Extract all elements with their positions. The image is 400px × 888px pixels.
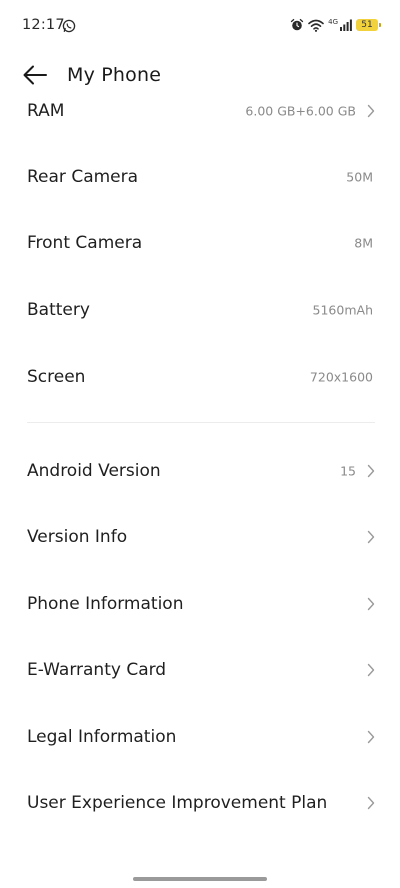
row-screen: Screen 720x1600 xyxy=(0,344,400,410)
signal-icon xyxy=(340,19,352,31)
row-label: Phone Information xyxy=(27,594,184,614)
row-label: Legal Information xyxy=(27,727,177,747)
row-label: RAM xyxy=(27,101,65,121)
row-value: 6.00 GB+6.00 GB xyxy=(245,103,356,119)
row-label: Version Info xyxy=(27,527,128,547)
alarm-icon xyxy=(290,18,304,32)
row-label: Front Camera xyxy=(27,233,143,253)
row-label: Android Version xyxy=(27,461,161,481)
row-battery: Battery 5160mAh xyxy=(0,277,400,343)
row-legal-information[interactable]: Legal Information xyxy=(0,704,400,770)
chevron-right-icon xyxy=(367,530,375,544)
row-label: Screen xyxy=(27,367,86,387)
status-time: 12:17 xyxy=(22,17,65,33)
row-user-experience-improvement-plan[interactable]: User Experience Improvement Plan xyxy=(0,770,400,836)
row-value: 8M xyxy=(354,235,373,251)
chevron-right-icon xyxy=(367,104,375,118)
row-label: E-Warranty Card xyxy=(27,660,167,680)
home-indicator[interactable] xyxy=(133,877,267,881)
row-android-version[interactable]: Android Version 15 xyxy=(0,438,400,504)
row-phone-information[interactable]: Phone Information xyxy=(0,571,400,637)
chevron-right-icon xyxy=(367,597,375,611)
battery-level: 51 xyxy=(361,20,373,30)
row-value: 15 xyxy=(340,463,356,479)
chevron-right-icon xyxy=(367,464,375,478)
wifi-icon xyxy=(308,19,324,32)
row-e-warranty-card[interactable]: E-Warranty Card xyxy=(0,637,400,703)
row-version-info[interactable]: Version Info xyxy=(0,504,400,570)
row-value: 720x1600 xyxy=(309,369,373,385)
row-value: 50M xyxy=(346,169,373,185)
status-icons: 4G 51 xyxy=(290,16,381,34)
row-label: Battery xyxy=(27,300,90,320)
row-value: 5160mAh xyxy=(312,302,373,318)
status-bar: 12:17 4G 51 xyxy=(0,0,400,50)
whatsapp-icon xyxy=(62,18,76,33)
row-ram[interactable]: RAM 6.00 GB+6.00 GB xyxy=(0,78,400,144)
row-front-camera: Front Camera 8M xyxy=(0,210,400,276)
battery-icon: 51 xyxy=(356,19,381,31)
row-rear-camera: Rear Camera 50M xyxy=(0,144,400,210)
row-label: Rear Camera xyxy=(27,167,139,187)
chevron-right-icon xyxy=(367,663,375,677)
section-divider xyxy=(27,422,375,423)
chevron-right-icon xyxy=(367,730,375,744)
row-label: User Experience Improvement Plan xyxy=(27,793,328,813)
chevron-right-icon xyxy=(367,796,375,810)
network-type: 4G xyxy=(328,17,338,26)
